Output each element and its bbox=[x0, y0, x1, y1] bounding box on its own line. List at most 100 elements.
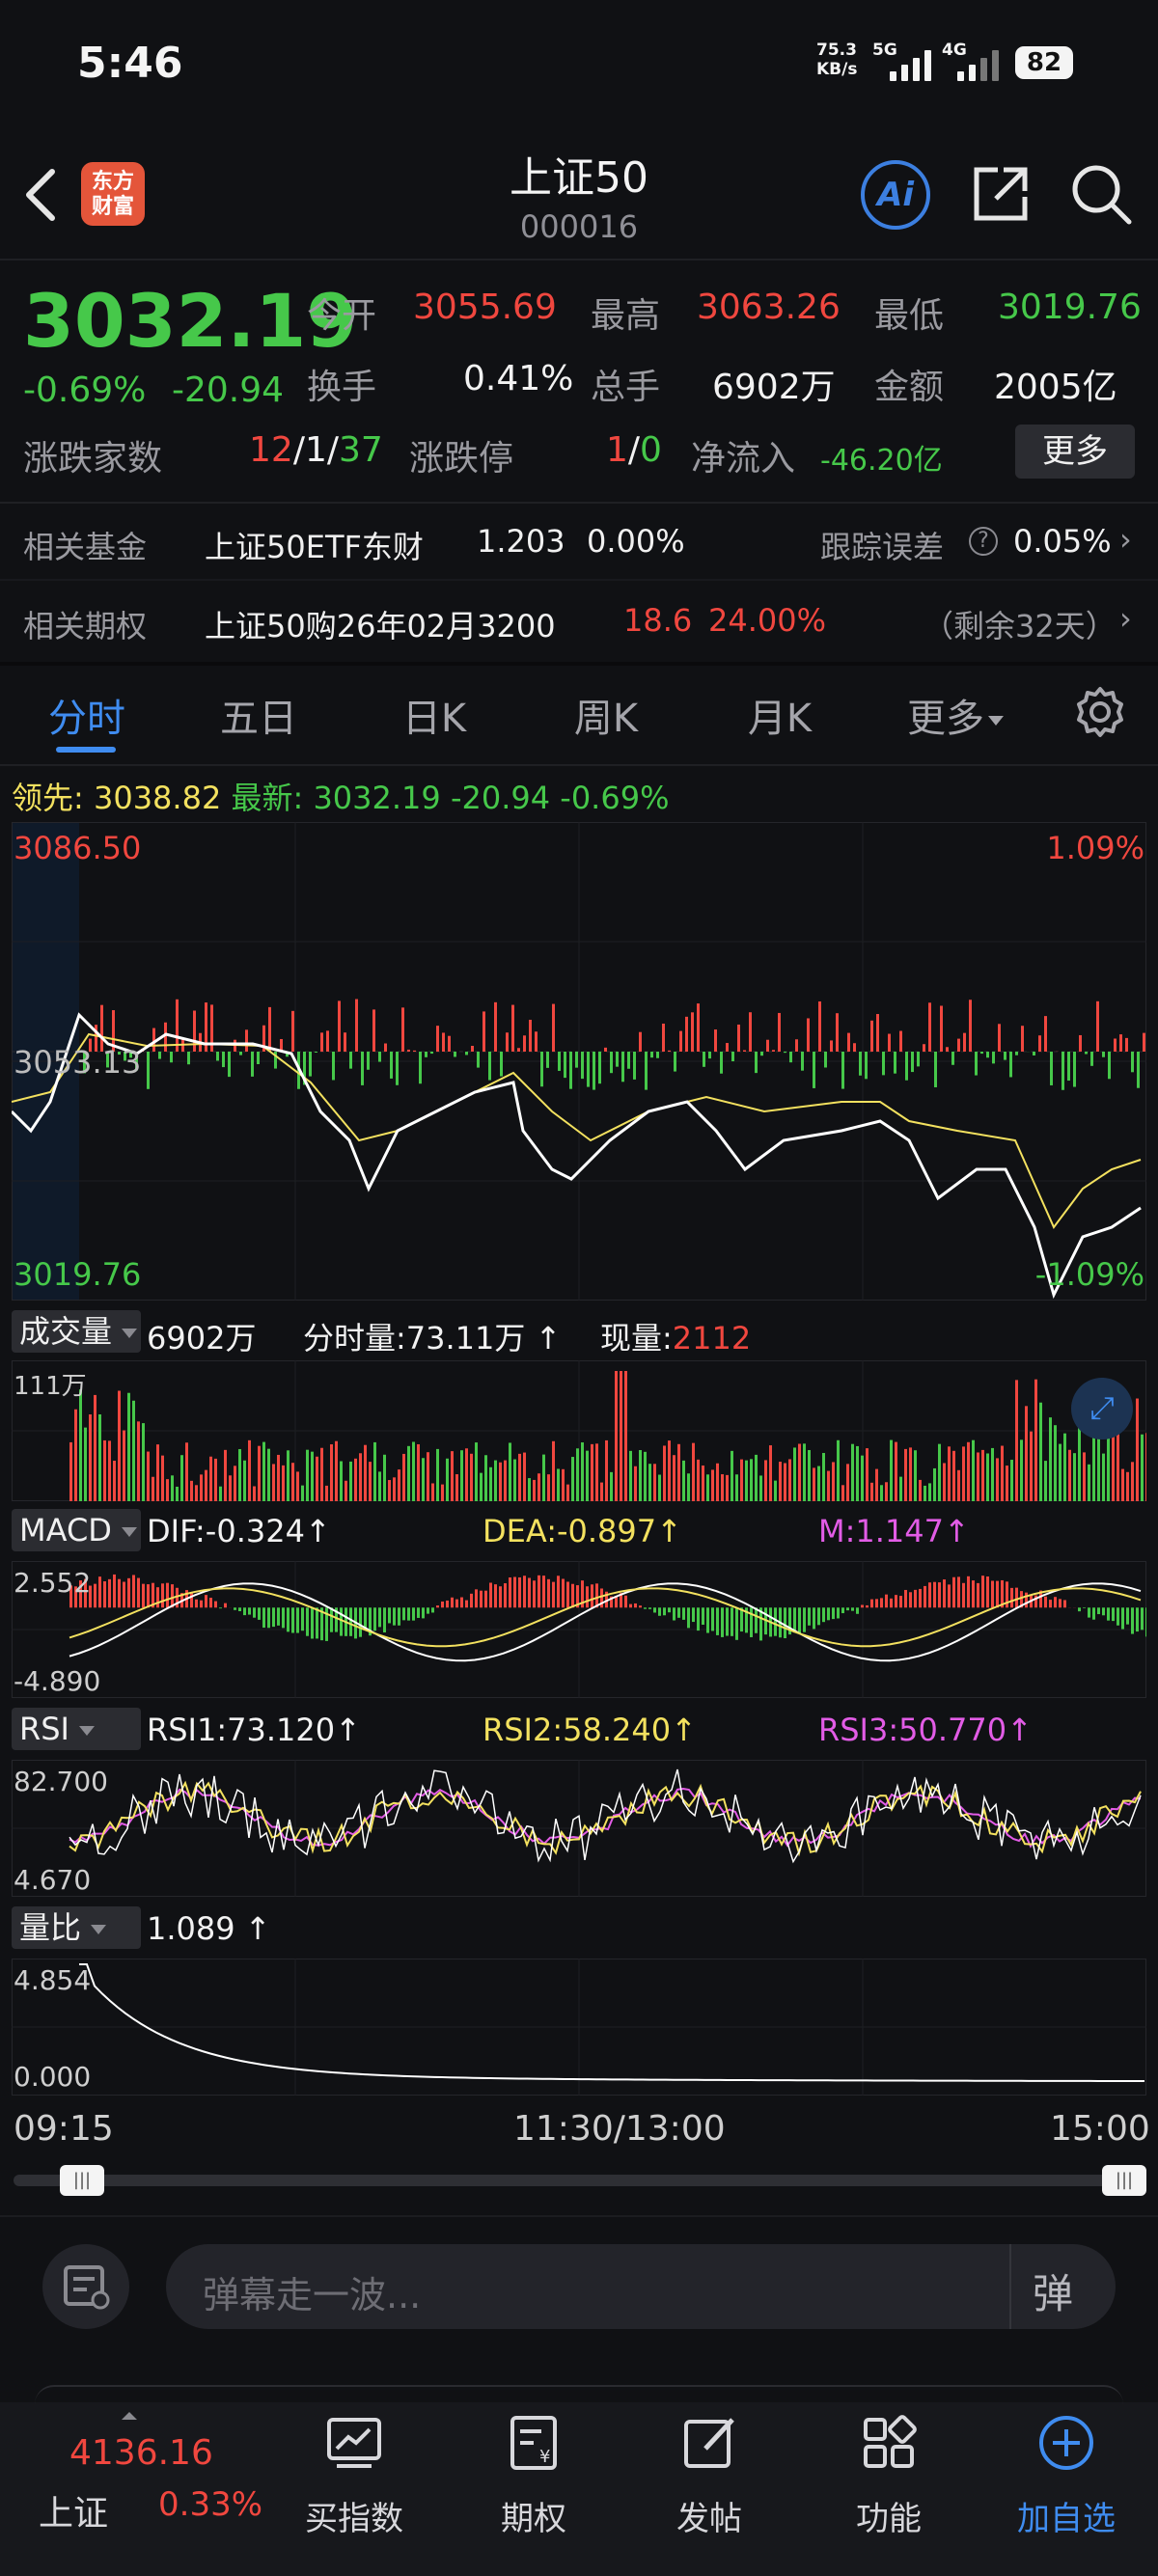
time-end: 15:00 bbox=[1050, 2109, 1150, 2149]
macd-bar bbox=[803, 1607, 806, 1632]
macd-bar bbox=[1078, 1607, 1081, 1612]
tab-monthly-k[interactable]: 月K bbox=[703, 687, 857, 743]
macd-bar bbox=[451, 1597, 454, 1608]
macd-bar bbox=[629, 1603, 632, 1608]
danmu-toggle-icon[interactable]: 弹 bbox=[1033, 2261, 1073, 2320]
macd-bar bbox=[509, 1576, 511, 1608]
rsi-indicator-select[interactable]: RSI bbox=[12, 1708, 141, 1750]
volume-bar bbox=[977, 1452, 979, 1501]
tab-five-day[interactable]: 五日 bbox=[181, 687, 336, 743]
money-flow-bar bbox=[291, 1010, 294, 1052]
options-doc-icon: ¥ bbox=[510, 2416, 557, 2470]
tab-intraday[interactable]: 分时 bbox=[10, 687, 164, 743]
expand-icon[interactable]: ⤢ bbox=[1071, 1378, 1133, 1439]
intraday-chart[interactable] bbox=[12, 822, 1146, 1301]
money-flow-bar bbox=[511, 1004, 514, 1052]
macd-bar bbox=[1097, 1607, 1100, 1615]
macd-bar bbox=[484, 1590, 487, 1608]
macd-bar bbox=[272, 1607, 275, 1628]
volume-bar bbox=[856, 1445, 859, 1501]
volume-bar bbox=[813, 1467, 815, 1501]
macd-bar bbox=[547, 1578, 550, 1608]
volume-bar bbox=[841, 1485, 844, 1501]
volume-bar bbox=[639, 1450, 642, 1501]
volume-ratio-chart bbox=[12, 1959, 1146, 2096]
macd-bar bbox=[1102, 1607, 1105, 1616]
option-name[interactable]: 上证50购26年02月3200 bbox=[205, 602, 556, 646]
money-flow-bar bbox=[1096, 1000, 1099, 1052]
volume-bar bbox=[1044, 1461, 1047, 1501]
money-flow-bar bbox=[882, 1052, 885, 1076]
macd-bar bbox=[489, 1582, 492, 1608]
macd-bar bbox=[967, 1576, 970, 1608]
volume-indicator-select[interactable]: 成交量 bbox=[12, 1310, 141, 1353]
rsi-chart bbox=[12, 1760, 1146, 1897]
volume-bar bbox=[185, 1442, 188, 1501]
fund-name[interactable]: 上证50ETF东财 bbox=[205, 523, 424, 567]
range-slider-track[interactable] bbox=[14, 2175, 1144, 2186]
volume-bar bbox=[359, 1453, 362, 1501]
search-icon[interactable] bbox=[1069, 162, 1133, 226]
settings-gear-icon[interactable] bbox=[1071, 683, 1129, 741]
macd-bar bbox=[378, 1607, 381, 1628]
money-flow-bar bbox=[691, 1012, 694, 1052]
nav-post[interactable]: 发帖 bbox=[637, 2412, 782, 2539]
rsi-axis-max: 82.700 bbox=[14, 1766, 108, 1797]
volume-bar bbox=[330, 1444, 333, 1501]
macd-bar bbox=[156, 1587, 159, 1608]
trend-chart-icon bbox=[327, 2418, 381, 2468]
volume-bar bbox=[1059, 1443, 1062, 1501]
money-flow-bar bbox=[535, 1031, 538, 1052]
volume-bar bbox=[200, 1474, 203, 1501]
volume-bar bbox=[335, 1440, 338, 1501]
net-speed-value: 75.3 bbox=[816, 41, 857, 60]
limit-label: 涨跌停 bbox=[409, 439, 514, 479]
help-icon[interactable]: ? bbox=[969, 527, 998, 556]
more-button[interactable]: 更多 bbox=[1015, 425, 1135, 479]
nav-index-name[interactable]: 上证 bbox=[39, 2485, 108, 2535]
rsi2-value: RSI2:58.240↑ bbox=[482, 1712, 697, 1748]
volume-bar bbox=[219, 1486, 222, 1501]
tab-more[interactable]: 更多 bbox=[878, 687, 1033, 743]
macd-bar bbox=[412, 1607, 415, 1621]
macd-indicator-select[interactable]: MACD bbox=[12, 1509, 141, 1551]
volume-bar bbox=[735, 1474, 738, 1501]
axis-top-pct: 1.09% bbox=[1046, 830, 1144, 866]
nav-index-price[interactable]: 4136.16 bbox=[69, 2433, 213, 2473]
money-flow-bar bbox=[801, 1052, 804, 1071]
macd-bar bbox=[827, 1607, 830, 1621]
share-icon[interactable] bbox=[969, 162, 1033, 226]
tab-daily-k[interactable]: 日K bbox=[357, 687, 511, 743]
nav-index-pct[interactable]: 0.33% bbox=[158, 2485, 262, 2524]
volume-bar bbox=[518, 1453, 521, 1501]
macd-bar bbox=[682, 1607, 685, 1620]
danmu-list-icon[interactable] bbox=[42, 2244, 129, 2329]
volume-bar bbox=[398, 1469, 400, 1501]
money-flow-bar bbox=[1119, 1034, 1122, 1052]
volume-bar bbox=[89, 1414, 92, 1501]
money-flow-bar bbox=[1015, 1052, 1018, 1055]
macd-bar bbox=[841, 1607, 844, 1614]
nav-functions[interactable]: 功能 bbox=[816, 2412, 961, 2539]
macd-bar bbox=[1136, 1607, 1139, 1632]
ai-assistant-icon[interactable]: Ai bbox=[861, 160, 930, 230]
volume-ratio-select[interactable]: 量比 bbox=[12, 1906, 141, 1949]
range-slider-left-handle[interactable]: ||| bbox=[60, 2165, 104, 2196]
range-slider-right-handle[interactable]: ||| bbox=[1102, 2165, 1146, 2196]
volume-bar bbox=[234, 1466, 236, 1501]
volume-bar bbox=[745, 1460, 748, 1501]
chevron-right-icon[interactable]: › bbox=[1119, 521, 1132, 558]
netflow-value: -46.20亿 bbox=[820, 444, 943, 478]
volume-bar bbox=[147, 1451, 150, 1501]
volume-bar bbox=[1126, 1471, 1129, 1501]
nav-add-watchlist[interactable]: 加自选 bbox=[994, 2412, 1139, 2539]
macd-bar bbox=[904, 1589, 907, 1608]
nav-options[interactable]: ¥ 期权 bbox=[461, 2412, 606, 2539]
tab-weekly-k[interactable]: 周K bbox=[529, 687, 683, 743]
tracking-error-value: 0.05% bbox=[1013, 523, 1112, 560]
money-flow-bar bbox=[627, 1052, 630, 1069]
volume-bar bbox=[1049, 1417, 1052, 1501]
volume-bar bbox=[161, 1455, 164, 1501]
nav-buy-index[interactable]: 买指数 bbox=[282, 2412, 427, 2539]
chevron-right-icon[interactable]: › bbox=[1119, 600, 1132, 637]
